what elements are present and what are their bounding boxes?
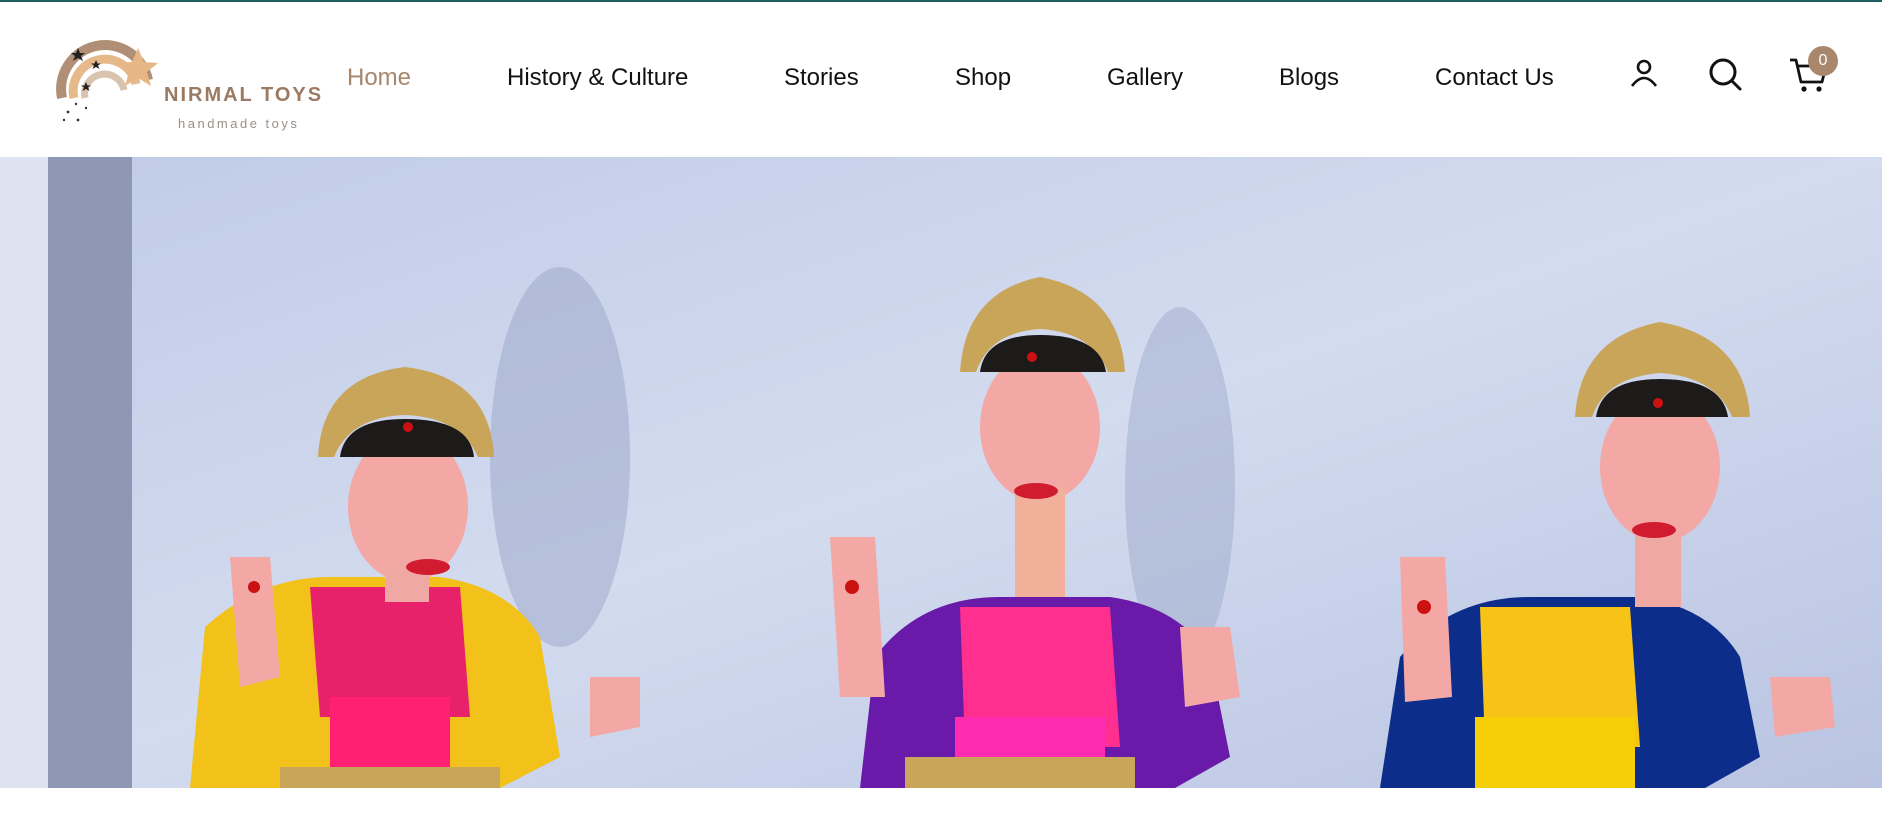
search-icon (1709, 58, 1742, 91)
account-button[interactable] (1624, 54, 1664, 94)
brand-name: NIRMAL TOYS (164, 84, 324, 106)
nav-item-history-culture[interactable]: History & Culture (507, 64, 688, 92)
brand-tagline: handmade toys (178, 116, 300, 131)
thanjavur-dolls-photo (0, 157, 1882, 788)
nav-item-blogs[interactable]: Blogs (1279, 64, 1339, 92)
nav-item-stories[interactable]: Stories (784, 64, 859, 92)
site-header: NIRMAL TOYS handmade toys Home History &… (0, 2, 1882, 157)
search-button[interactable] (1705, 54, 1745, 94)
nav-item-gallery[interactable]: Gallery (1107, 64, 1183, 92)
cart-count-badge: 0 (1808, 46, 1838, 76)
nav-item-home[interactable]: Home (347, 64, 411, 92)
hero-banner-image (0, 157, 1882, 788)
nav-item-shop[interactable]: Shop (955, 64, 1011, 92)
nav-item-contact-us[interactable]: Contact Us (1435, 64, 1554, 92)
brand-logo[interactable]: NIRMAL TOYS handmade toys (56, 20, 321, 135)
user-icon (1630, 59, 1658, 87)
